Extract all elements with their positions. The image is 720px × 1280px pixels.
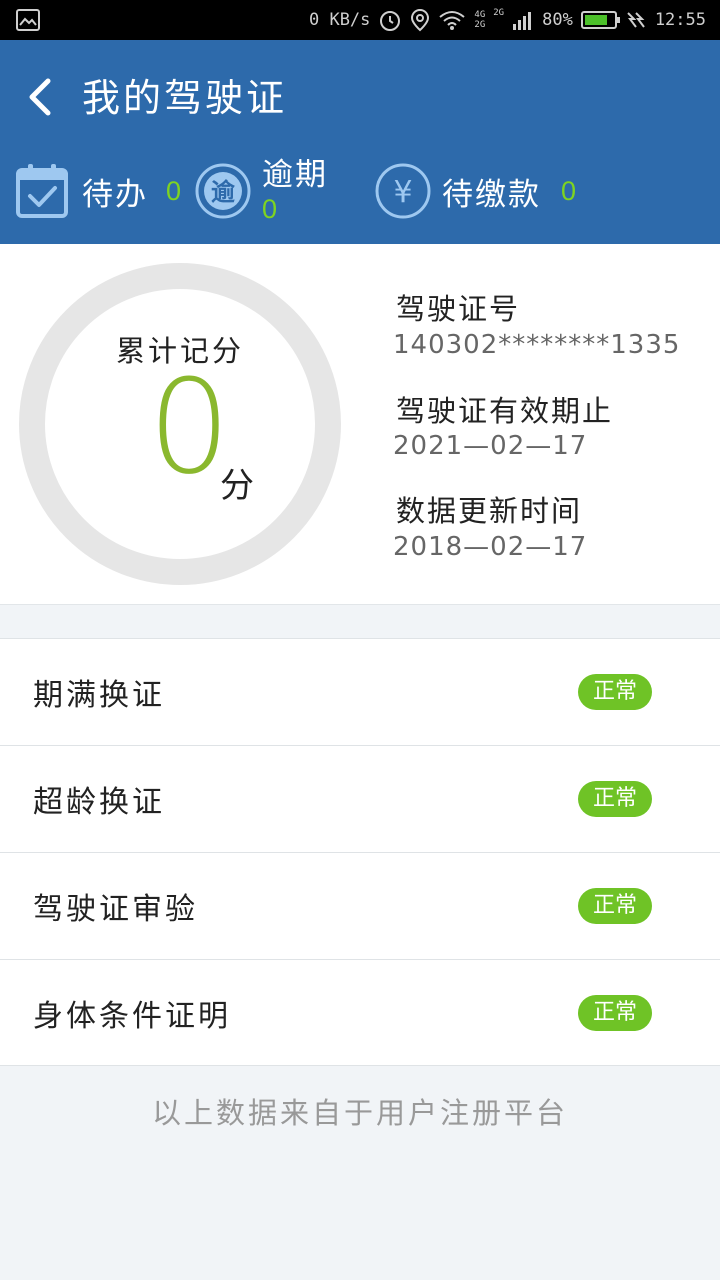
overdue-stat[interactable]: 逾 逾期 0: [194, 156, 328, 226]
license-number: 140302********1335: [393, 330, 681, 360]
yuan-icon: ¥: [375, 163, 431, 219]
score-unit: 分: [220, 466, 254, 506]
battery-icon: [580, 11, 620, 29]
clock: 12:55: [654, 10, 706, 30]
data-updated: 2018—02—17: [393, 532, 588, 562]
alarm-icon: [380, 11, 401, 31]
signal-icon: [513, 12, 532, 30]
todo-label: 待办: [82, 176, 148, 213]
status-badge: 正常: [578, 888, 652, 924]
item-label: 超龄换证: [33, 785, 165, 820]
list-item[interactable]: 身体条件证明 正常: [0, 959, 720, 1066]
charging-icon: [627, 12, 645, 28]
location-icon: [411, 8, 430, 32]
unpaid-label: 待缴款: [442, 176, 541, 213]
item-label: 身体条件证明: [33, 998, 231, 1034]
calendar-check-icon: [16, 164, 68, 218]
footer-note: 以上数据来自于用户注册平台: [151, 1096, 568, 1130]
network-4g-label: 4G: [474, 10, 486, 20]
list-item[interactable]: 超龄换证 正常: [0, 745, 720, 852]
todo-stat[interactable]: 待办 0: [14, 156, 181, 226]
score-value: 0: [148, 351, 231, 503]
battery-percent: 80%: [542, 10, 573, 30]
unpaid-stat[interactable]: ¥ 待缴款 0: [374, 156, 576, 226]
item-label: 期满换证: [33, 678, 165, 713]
network-2g-label: 2G: [474, 20, 486, 30]
unpaid-count: 0: [561, 175, 577, 206]
data-updated-label: 数据更新时间: [396, 494, 583, 528]
chevron-left-icon: [29, 78, 51, 116]
status-badge: 正常: [578, 674, 652, 710]
license-number-label: 驾驶证号: [396, 292, 521, 326]
network-type: 4G 2G: [474, 10, 485, 30]
overdue-icon-glyph: 逾: [211, 178, 236, 206]
status-badge: 正常: [578, 994, 652, 1031]
battery-fill: [584, 15, 608, 25]
item-label: 驾驶证审验: [33, 892, 198, 927]
network-2g-alt-label: 2G: [493, 8, 505, 18]
wifi-icon: [439, 11, 466, 30]
network-speed: 0 KB/s: [308, 10, 371, 30]
license-expiry-label: 驾驶证有效期止: [396, 394, 614, 428]
back-button[interactable]: [18, 72, 62, 122]
gallery-icon: [16, 9, 40, 31]
license-expiry: 2021—02—17: [393, 431, 588, 461]
status-badge: 正常: [578, 781, 652, 817]
status-list: 期满换证 正常 超龄换证 正常 驾驶证审验 正常 身体条件证明 正常: [0, 638, 720, 1066]
overdue-count: 0: [262, 194, 278, 224]
divider: [0, 604, 720, 605]
todo-count: 0: [166, 175, 182, 206]
status-bar: 0 KB/s 4G 2G 2G 80% 12:55: [0, 0, 720, 40]
overdue-label: 逾期: [262, 157, 328, 193]
page-title: 我的驾驶证: [82, 76, 288, 120]
license-info-card: 累计记分 0 分 驾驶证号 140302********1335 驾驶证有效期止…: [0, 244, 720, 604]
overdue-icon: 逾: [195, 163, 251, 219]
list-item[interactable]: 期满换证 正常: [0, 638, 720, 745]
app-header: 我的驾驶证 待办 0 逾 逾期 0 ¥ 待缴款 0: [0, 40, 720, 244]
list-item[interactable]: 驾驶证审验 正常: [0, 852, 720, 959]
yuan-icon-glyph: ¥: [393, 175, 412, 210]
